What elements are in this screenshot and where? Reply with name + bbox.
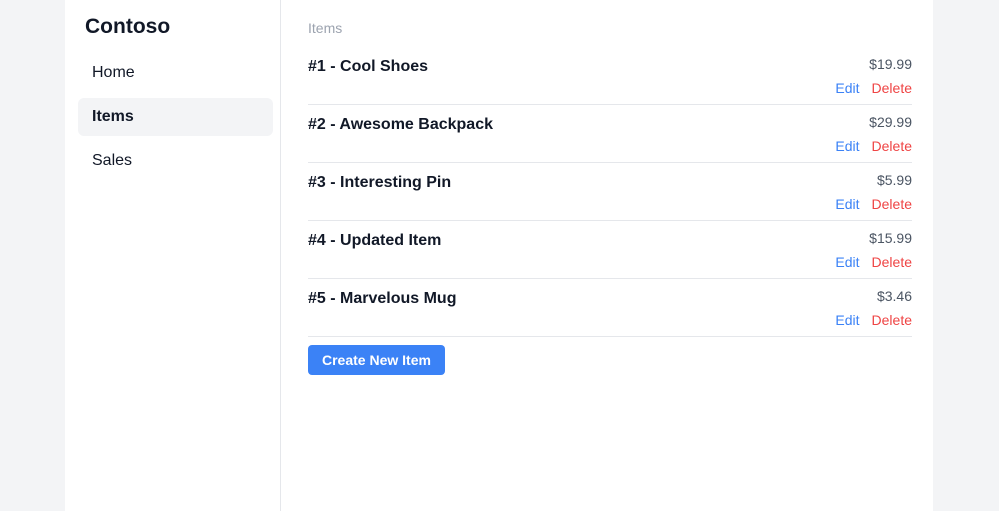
edit-link[interactable]: Edit xyxy=(835,80,859,96)
list-item: #2 - Awesome Backpack $29.99 Edit Delete xyxy=(308,105,912,163)
item-name: #3 - Interesting Pin xyxy=(308,174,452,191)
item-actions: Edit Delete xyxy=(835,195,912,213)
item-meta: $19.99 Edit Delete xyxy=(835,47,912,104)
item-name: #5 - Marvelous Mug xyxy=(308,290,457,307)
list-item: #5 - Marvelous Mug $3.46 Edit Delete xyxy=(308,279,912,337)
edit-link[interactable]: Edit xyxy=(835,196,859,212)
delete-link[interactable]: Delete xyxy=(872,196,912,212)
breadcrumb: Items xyxy=(308,20,343,36)
sidebar-item-sales[interactable]: Sales xyxy=(78,142,273,180)
item-price: $29.99 xyxy=(869,114,912,130)
delete-link[interactable]: Delete xyxy=(872,138,912,154)
sidebar-item-items[interactable]: Items xyxy=(78,98,273,136)
sidebar-item-home[interactable]: Home xyxy=(78,54,273,92)
item-meta: $3.46 Edit Delete xyxy=(835,279,912,336)
item-price: $19.99 xyxy=(869,56,912,72)
item-actions: Edit Delete xyxy=(835,253,912,271)
edit-link[interactable]: Edit xyxy=(835,254,859,270)
edit-link[interactable]: Edit xyxy=(835,138,859,154)
item-name: #2 - Awesome Backpack xyxy=(308,116,493,133)
list-item: #4 - Updated Item $15.99 Edit Delete xyxy=(308,221,912,279)
item-name: #4 - Updated Item xyxy=(308,232,442,249)
item-actions: Edit Delete xyxy=(835,79,912,97)
item-price: $15.99 xyxy=(869,230,912,246)
main-content: Items #1 - Cool Shoes $19.99 Edit Delete … xyxy=(281,0,933,511)
list-item: #3 - Interesting Pin $5.99 Edit Delete xyxy=(308,163,912,221)
sidebar-nav: Home Items Sales xyxy=(78,54,280,186)
item-meta: $15.99 Edit Delete xyxy=(835,221,912,278)
list-item: #1 - Cool Shoes $19.99 Edit Delete xyxy=(308,47,912,105)
items-list: #1 - Cool Shoes $19.99 Edit Delete #2 - A… xyxy=(308,47,912,337)
sidebar: Contoso Home Items Sales xyxy=(65,0,281,511)
app-frame: Contoso Home Items Sales Items #1 - Cool… xyxy=(65,0,933,511)
brand-logo: Contoso xyxy=(85,15,171,38)
item-actions: Edit Delete xyxy=(835,137,912,155)
item-meta: $29.99 Edit Delete xyxy=(835,105,912,162)
edit-link[interactable]: Edit xyxy=(835,312,859,328)
delete-link[interactable]: Delete xyxy=(872,254,912,270)
item-meta: $5.99 Edit Delete xyxy=(835,163,912,220)
create-new-item-button[interactable]: Create New Item xyxy=(308,345,445,375)
delete-link[interactable]: Delete xyxy=(872,312,912,328)
delete-link[interactable]: Delete xyxy=(872,80,912,96)
item-actions: Edit Delete xyxy=(835,311,912,329)
item-name: #1 - Cool Shoes xyxy=(308,58,429,75)
item-price: $3.46 xyxy=(876,288,912,304)
item-price: $5.99 xyxy=(876,172,912,188)
